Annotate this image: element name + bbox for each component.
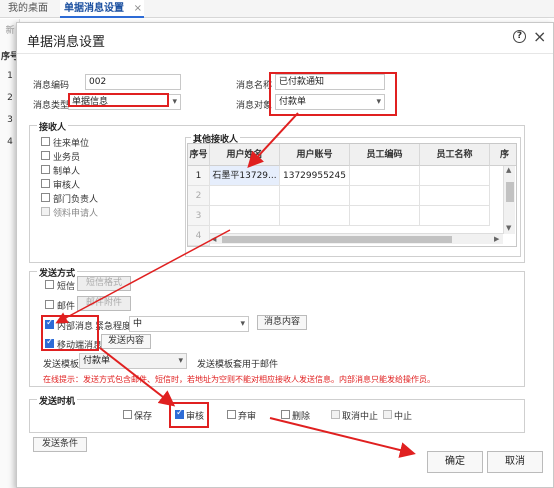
grid-cell[interactable] (280, 206, 350, 226)
timing-save-checkbox[interactable] (123, 410, 132, 419)
ok-button[interactable]: 确定 (427, 451, 483, 473)
grid-cell[interactable] (420, 186, 490, 206)
timing-label: 保存 (134, 412, 153, 422)
dialog-title: 单据消息设置 (27, 35, 106, 50)
template-note: 发送模板套用于邮件 (197, 360, 279, 370)
type-label: 消息类型 (33, 101, 70, 111)
template-value: 付款单 (83, 356, 111, 366)
grid-vertical-scrollbar[interactable]: ▲ ▼ (503, 166, 515, 234)
scroll-right-icon[interactable]: ▶ (494, 235, 499, 243)
grid-header: 员工编码 (350, 144, 420, 166)
code-input[interactable]: 002 (85, 74, 181, 90)
grid-row-number: 2 (188, 186, 210, 206)
grid-cell-emp-name[interactable] (420, 166, 490, 186)
scroll-down-icon[interactable]: ▼ (506, 224, 511, 232)
send-conditions-button[interactable]: 发送条件 (33, 437, 87, 452)
annotation-box (169, 402, 209, 428)
grid-cell[interactable] (210, 186, 280, 206)
scroll-up-icon[interactable]: ▲ (506, 166, 511, 174)
annotation-box (68, 93, 169, 107)
grid-cell[interactable] (420, 206, 490, 226)
grid-header: 序号 (188, 144, 210, 166)
annotation-box (41, 315, 99, 351)
grid-header: 员工名称 (420, 144, 490, 166)
receiver-label: 制单人 (53, 167, 81, 177)
annotation-box (269, 72, 397, 116)
chevron-down-icon: ▾ (172, 97, 177, 107)
tab-bill-message-settings[interactable]: 单据消息设置 × (60, 0, 144, 18)
help-icon[interactable]: ? (513, 30, 526, 43)
grid-cell[interactable] (350, 206, 420, 226)
mail-checkbox[interactable] (45, 300, 54, 309)
chevron-down-icon: ▾ (240, 319, 245, 329)
title-divider (17, 53, 553, 54)
timing-label: 取消中止 (342, 412, 379, 422)
sms-checkbox[interactable] (45, 280, 54, 289)
tab-bar: 我的桌面 单据消息设置 × (0, 0, 554, 18)
scroll-thumb[interactable] (506, 182, 514, 202)
send-timing-group (29, 399, 525, 433)
timing-cancel-stop-checkbox[interactable] (331, 410, 340, 419)
urgency-value: 中 (133, 319, 143, 329)
tab-close-icon[interactable]: × (134, 0, 142, 18)
grid-header: 用户账号 (280, 144, 350, 166)
timing-label: 删除 (292, 412, 311, 422)
timing-stop-checkbox[interactable] (383, 410, 392, 419)
mail-attachment-button[interactable]: 邮件附件 (77, 296, 131, 311)
message-content-button[interactable]: 消息内容 (257, 315, 307, 330)
grid-header: 序 (490, 144, 516, 166)
bill-message-settings-dialog: 单据消息设置 ? × 消息编码 002 消息类型 单据信息 ▾ 消息名称 已付款… (16, 22, 554, 488)
receiver-checkbox-salesman[interactable] (41, 151, 50, 160)
close-icon[interactable]: × (533, 27, 546, 46)
cancel-button[interactable]: 取消 (487, 451, 543, 473)
receiver-checkbox-approver[interactable] (41, 179, 50, 188)
grid-cell-user-name[interactable]: 石墨平13729... (210, 166, 280, 186)
scroll-left-icon[interactable]: ◀ (211, 235, 216, 243)
sms-format-button[interactable]: 短信格式 (77, 276, 131, 291)
grid-horizontal-scrollbar[interactable]: ◀ ▶ (210, 233, 503, 244)
timing-label: 弃审 (238, 412, 257, 422)
grid-row-number: 3 (188, 206, 210, 226)
send-method-title: 发送方式 (37, 266, 78, 279)
scroll-thumb[interactable] (222, 236, 452, 243)
mail-label: 邮件 (57, 302, 76, 312)
urgency-label: 紧急程度 (95, 322, 132, 332)
timing-unapprove-checkbox[interactable] (227, 410, 236, 419)
grid-cell[interactable] (350, 186, 420, 206)
grid-cell[interactable] (280, 186, 350, 206)
receiver-checkbox-maker[interactable] (41, 165, 50, 174)
send-content-button[interactable]: 发送内容 (101, 334, 151, 349)
receiver-label: 领料申请人 (53, 209, 99, 219)
chevron-down-icon: ▾ (178, 356, 183, 366)
receivers-title: 接收人 (37, 120, 69, 133)
receiver-label: 部门负责人 (53, 195, 99, 205)
template-label: 发送模板 (43, 360, 80, 370)
timing-label: 中止 (394, 412, 413, 422)
receiver-checkbox-requester[interactable] (41, 207, 50, 216)
name-label: 消息名称 (236, 81, 273, 91)
grid-header: 用户姓名 (210, 144, 280, 166)
urgency-select[interactable]: 中 ▾ (129, 316, 249, 332)
other-receivers-grid: 序号 用户姓名 用户账号 员工编码 员工名称 序 1 石墨平13729... 1… (187, 143, 517, 247)
template-select[interactable]: 付款单 ▾ (79, 353, 187, 369)
tab-label: 单据消息设置 (64, 3, 124, 14)
grid-row-number: 4 (188, 226, 210, 246)
tab-desktop[interactable]: 我的桌面 (4, 0, 52, 18)
grid-cell[interactable] (210, 206, 280, 226)
receiver-label: 审核人 (53, 181, 81, 191)
grid-cell-user-account[interactable]: 13729955245 (280, 166, 350, 186)
send-timing-title: 发送时机 (37, 394, 78, 407)
sms-label: 短信 (57, 282, 76, 292)
code-label: 消息编码 (33, 81, 70, 91)
receiver-checkbox-contact[interactable] (41, 137, 50, 146)
grid-row-number: 1 (188, 166, 210, 186)
receiver-checkbox-dept-head[interactable] (41, 193, 50, 202)
receiver-label: 往来单位 (53, 139, 90, 149)
timing-delete-checkbox[interactable] (281, 410, 290, 419)
target-label: 消息对象 (236, 101, 273, 111)
warning-text: 在线提示：发送方式包含邮件、短信时，若地址为空则不能对相应接收人发送信息。内部消… (43, 375, 435, 384)
grid-cell-emp-code[interactable] (350, 166, 420, 186)
receiver-label: 业务员 (53, 153, 81, 163)
